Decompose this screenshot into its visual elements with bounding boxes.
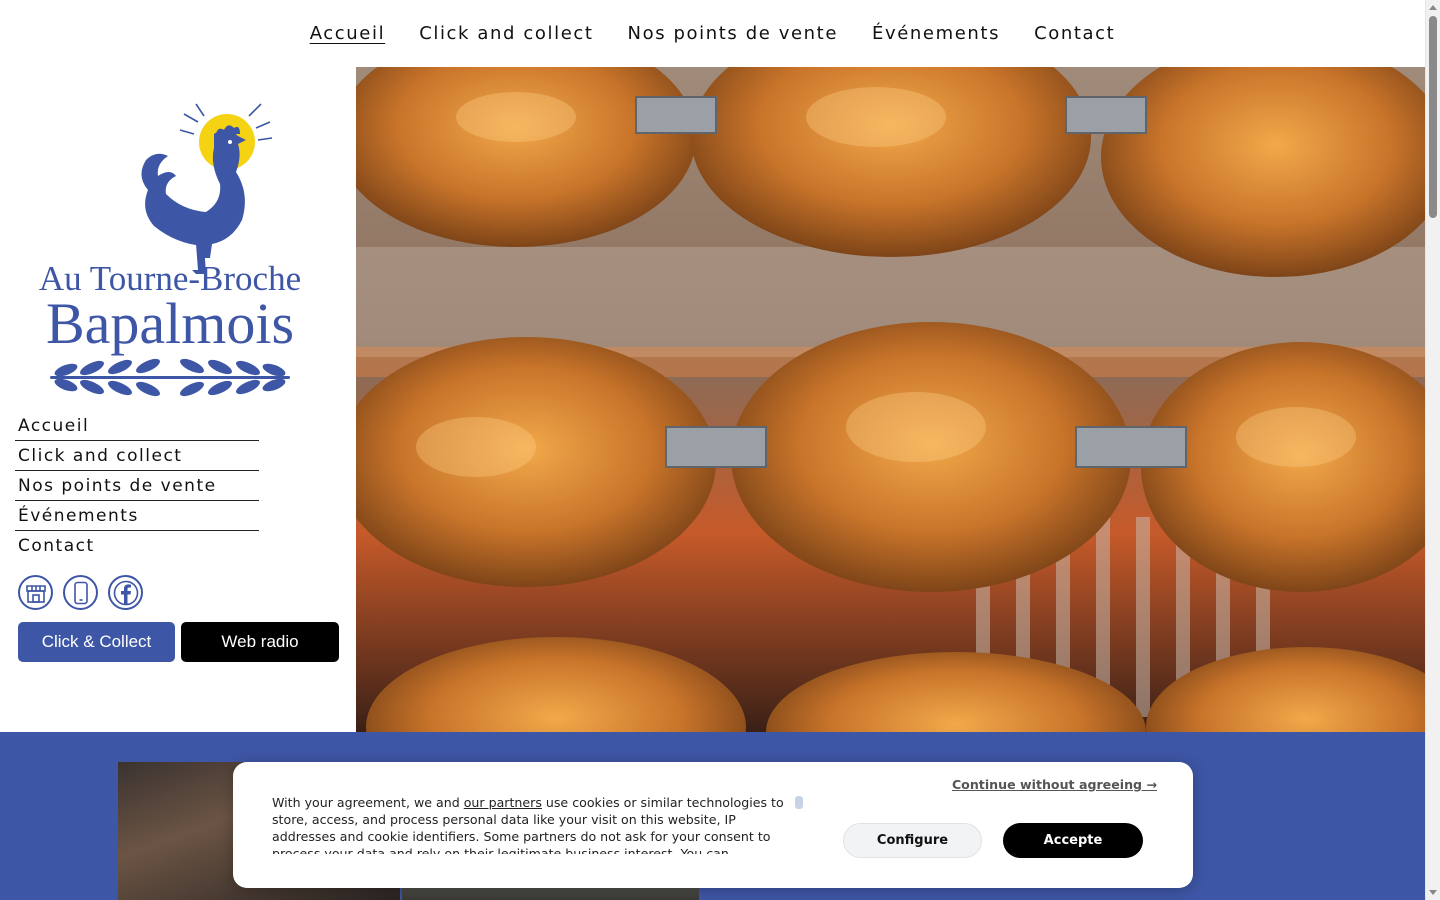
scroll-up-icon[interactable] [1429,5,1437,10]
social-links [18,575,143,610]
our-partners-link[interactable]: our partners [464,795,542,810]
scrollbar-thumb[interactable] [1429,16,1437,218]
hero-image-rotisserie-chickens [356,67,1425,732]
cookie-text-scrollbar[interactable] [795,796,803,809]
accept-button[interactable]: Accepte [1003,823,1143,858]
continue-without-agreeing-link[interactable]: Continue without agreeing → [952,777,1157,792]
top-nav-click-and-collect[interactable]: Click and collect [419,23,593,44]
web-radio-button[interactable]: Web radio [181,622,339,662]
phone-icon[interactable] [63,575,98,610]
configure-button[interactable]: Configure [843,823,982,858]
cookie-text: With your agreement, we and our partners… [272,795,784,854]
side-nav-evenements[interactable]: Événements [15,501,259,531]
click-collect-button[interactable]: Click & Collect [18,622,175,662]
top-nav-contact[interactable]: Contact [1034,23,1115,44]
top-nav-evenements[interactable]: Événements [872,23,1000,44]
cookie-consent-banner: With your agreement, we and our partners… [233,762,1193,888]
facebook-icon[interactable] [108,575,143,610]
logo-line2: Bapalmois [46,291,294,356]
side-nav-accueil[interactable]: Accueil [15,411,259,441]
scroll-down-icon[interactable] [1429,890,1437,895]
rooster-logo-icon: Au Tourne-Broche Bapalmois [39,103,301,397]
side-nav-contact[interactable]: Contact [15,531,259,561]
top-nav-points-de-vente[interactable]: Nos points de vente [628,23,838,44]
top-nav: Accueil Click and collect Nos points de … [0,0,1425,66]
brand-logo[interactable]: Au Tourne-Broche Bapalmois [36,98,304,398]
shop-icon[interactable] [18,575,53,610]
side-nav-click-and-collect[interactable]: Click and collect [15,441,259,471]
page-scrollbar[interactable] [1425,0,1440,900]
top-nav-accueil[interactable]: Accueil [310,23,385,44]
side-nav-points-de-vente[interactable]: Nos points de vente [15,471,259,501]
side-nav: Accueil Click and collect Nos points de … [15,411,259,561]
